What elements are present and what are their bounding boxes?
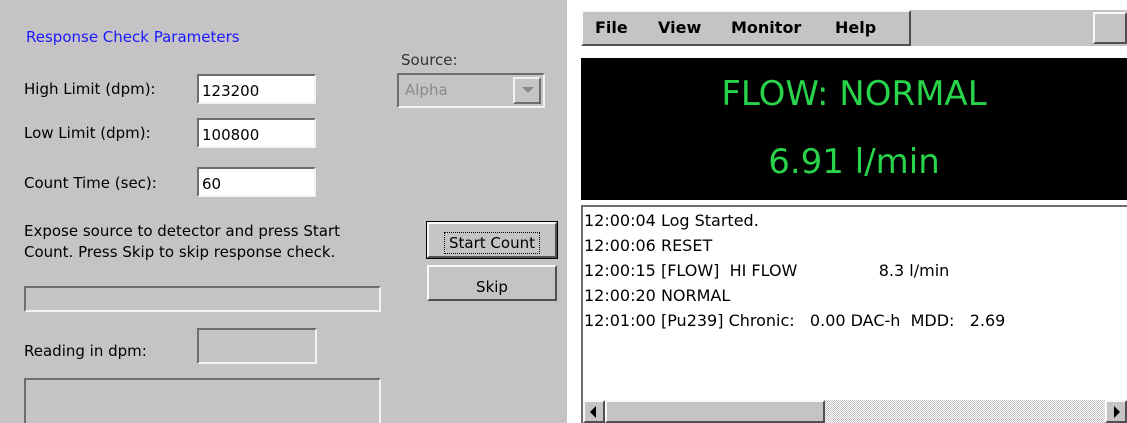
group-title: Response Check Parameters [26, 28, 240, 46]
source-value: Alpha [405, 81, 448, 99]
menu-help[interactable]: Help [835, 18, 876, 37]
log-line: 12:00:15 [FLOW] HI FLOW 8.3 l/min [584, 261, 950, 280]
high-limit-field[interactable]: 123200 [197, 74, 316, 104]
log-line: 12:00:04 Log Started. [584, 211, 759, 230]
response-check-panel: Response Check Parameters High Limit (dp… [0, 0, 567, 423]
flow-rate-text: 6.91 l/min [768, 142, 940, 182]
start-count-button[interactable]: Start Count [426, 221, 558, 259]
event-log[interactable]: 12:00:04 Log Started. 12:00:06 RESET 12:… [581, 205, 1127, 423]
horizontal-scrollbar[interactable] [583, 400, 1127, 423]
log-line: 12:00:20 NORMAL [584, 286, 731, 305]
count-time-label: Count Time (sec): [24, 174, 157, 192]
menu-file[interactable]: File [595, 18, 628, 37]
status-message-box [24, 378, 381, 423]
log-line: 12:00:06 RESET [584, 236, 713, 255]
chevron-down-icon[interactable] [513, 77, 541, 104]
monitor-window: File View Monitor Help FLOW: NORMAL 6.91… [577, 0, 1127, 423]
progress-bar [24, 286, 381, 312]
panel-divider [567, 0, 577, 423]
low-limit-label: Low Limit (dpm): [24, 124, 151, 142]
low-limit-field[interactable]: 100800 [197, 118, 316, 148]
skip-button[interactable]: Skip [427, 265, 557, 301]
start-count-label: Start Count [444, 232, 540, 254]
source-label: Source: [401, 51, 458, 69]
menu-monitor[interactable]: Monitor [731, 18, 801, 37]
instructions-line-2: Count. Press Skip to skip response check… [24, 243, 336, 261]
menu-bar: File View Monitor Help [581, 10, 911, 46]
menu-view[interactable]: View [658, 18, 701, 37]
scroll-thumb[interactable] [605, 400, 825, 423]
status-display: FLOW: NORMAL 6.91 l/min [581, 58, 1127, 200]
source-select[interactable]: Alpha [397, 73, 545, 108]
reading-field [197, 328, 317, 364]
log-line: 12:01:00 [Pu239] Chronic: 0.00 DAC-h MDD… [584, 311, 1006, 330]
high-limit-label: High Limit (dpm): [24, 80, 156, 98]
scroll-right-icon[interactable] [1105, 400, 1127, 423]
count-time-field[interactable]: 60 [197, 167, 316, 197]
flow-status-text: FLOW: NORMAL [721, 74, 987, 114]
toolbar-button[interactable] [1093, 12, 1127, 44]
scroll-left-icon[interactable] [583, 400, 605, 423]
reading-label: Reading in dpm: [24, 342, 147, 360]
instructions-line-1: Expose source to detector and press Star… [24, 222, 340, 240]
